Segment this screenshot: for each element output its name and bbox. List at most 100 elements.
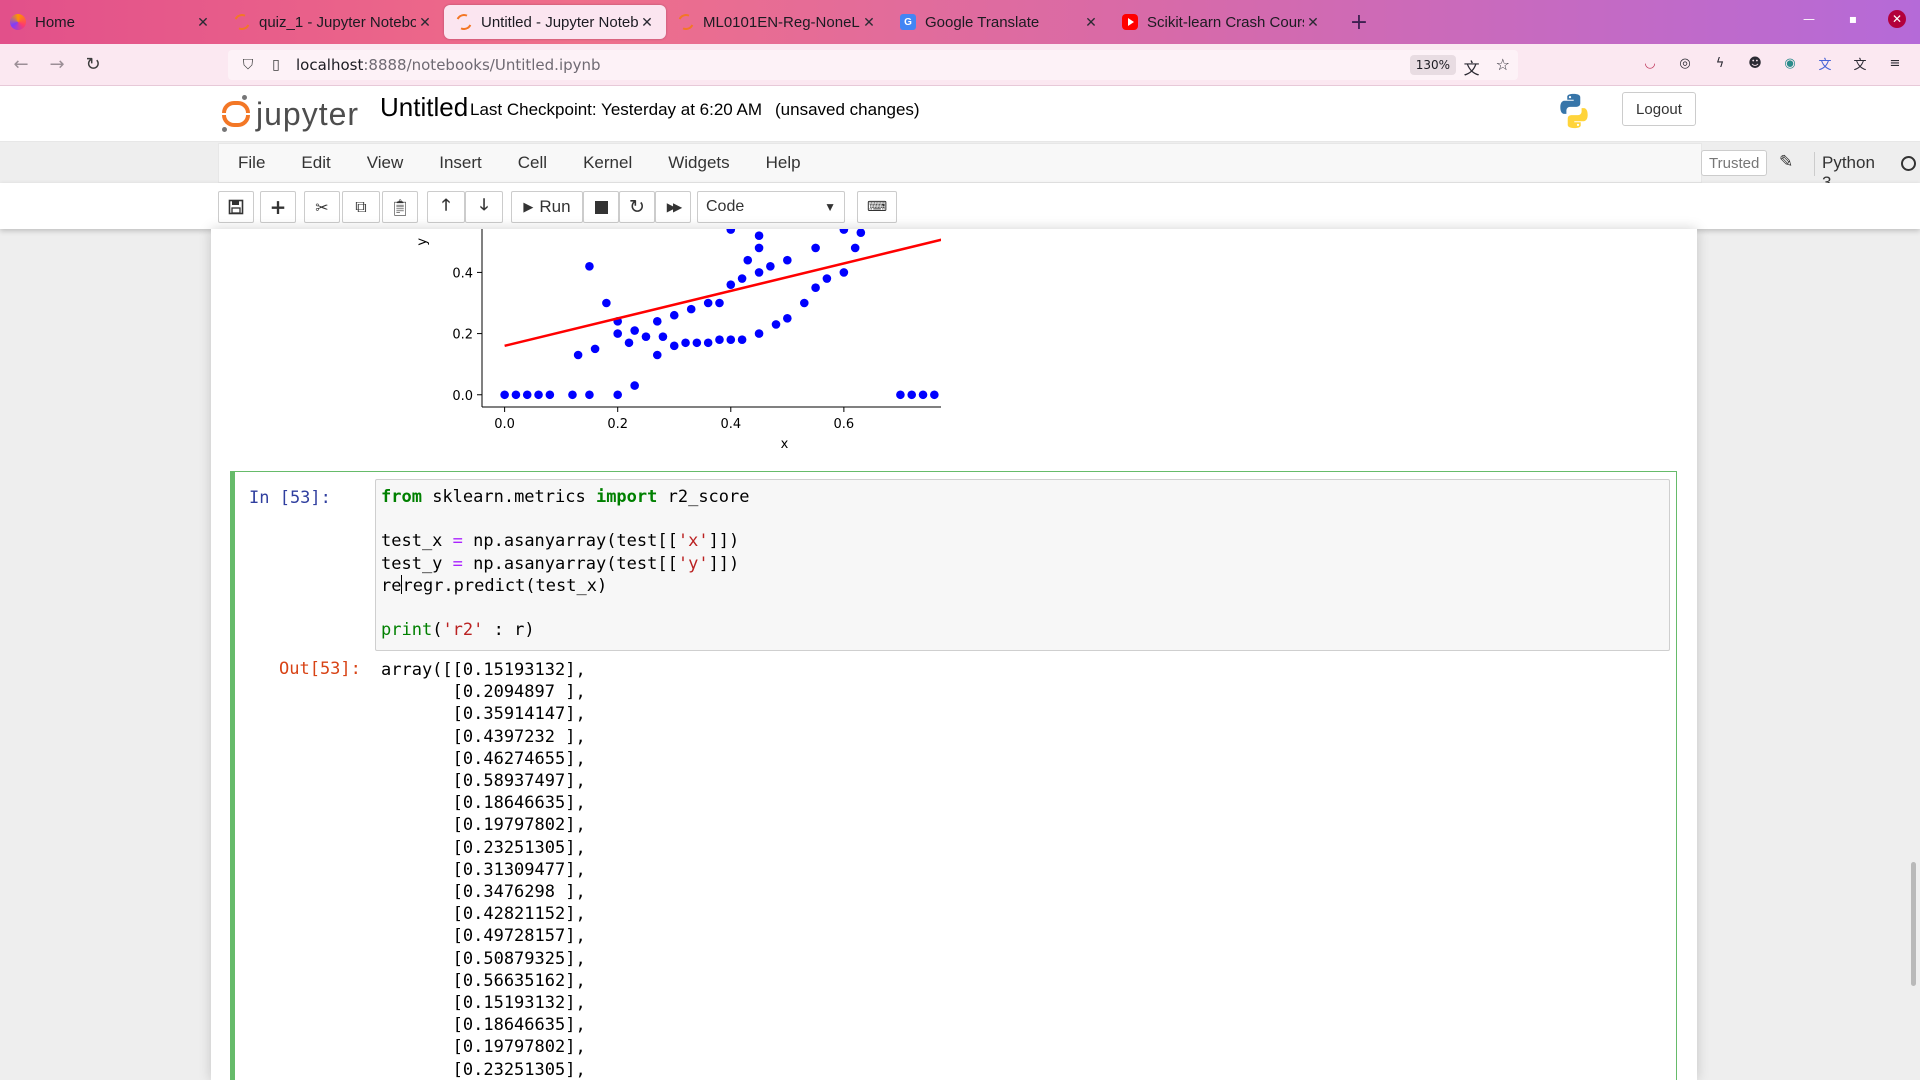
logout-button[interactable]: Logout — [1622, 92, 1696, 126]
x-tick-label: 0.0 — [494, 417, 515, 432]
code-editor[interactable]: from sklearn.metrics import r2_score tes… — [375, 479, 1670, 651]
new-tab-button[interactable]: + — [1344, 7, 1374, 37]
code-token: re — [381, 575, 402, 596]
menu-widgets[interactable]: Widgets — [650, 153, 747, 173]
data-point — [522, 390, 532, 400]
data-point — [511, 390, 521, 400]
extension-bolt-icon[interactable]: ϟ — [1711, 54, 1729, 72]
restart-icon: ↻ — [629, 196, 645, 218]
close-icon[interactable]: ✕ — [416, 13, 434, 31]
data-point — [896, 390, 905, 400]
youtube-icon — [1122, 14, 1138, 30]
data-point — [850, 243, 860, 253]
data-point — [839, 229, 849, 234]
data-point — [652, 317, 662, 326]
close-icon[interactable]: ✕ — [1082, 13, 1100, 31]
bookmark-star-icon[interactable]: ☆ — [1496, 55, 1510, 79]
tab-title: Home — [35, 13, 76, 31]
tab-scikit-learn[interactable]: Scikit-learn Crash Course ✕ — [1110, 5, 1332, 39]
restart-run-all-button[interactable]: ▶▶ — [655, 191, 691, 223]
copy-button[interactable]: ⧉ — [342, 191, 380, 223]
move-down-button[interactable]: 🡓 — [465, 191, 503, 223]
tab-title: ML0101EN-Reg-NoneLinearRegression — [703, 13, 860, 31]
tab-home[interactable]: Home ✕ — [0, 5, 222, 39]
url-bar[interactable]: ⛉ ▯ localhost:8888/notebooks/Untitled.ip… — [228, 50, 1518, 80]
page-scrollbar-thumb[interactable] — [1911, 862, 1916, 986]
reload-icon[interactable]: ↻ — [78, 50, 108, 80]
interrupt-button[interactable] — [583, 191, 619, 223]
data-point — [771, 320, 781, 329]
notebook-page: 0.00.20.40.60.81.00.00.20.40.6xy In [53]… — [211, 229, 1697, 1080]
extension-translate-icon[interactable]: 文 — [1816, 54, 1834, 73]
menu-hamburger-icon[interactable]: ≡ — [1886, 54, 1904, 72]
data-point — [585, 261, 594, 271]
shield-icon[interactable]: ⛉ — [240, 57, 256, 73]
menu-insert[interactable]: Insert — [421, 153, 500, 173]
minimize-icon[interactable]: — — [1800, 10, 1818, 28]
close-window-icon[interactable]: ✕ — [1888, 10, 1906, 28]
run-button[interactable]: ▶ Run — [511, 191, 583, 223]
jupyter-icon — [453, 11, 475, 33]
output-prompt: Out[53]: — [279, 659, 361, 679]
firefox-icon — [10, 14, 26, 30]
tab-ml0101[interactable]: ML0101EN-Reg-NoneLinearRegression ✕ — [666, 5, 888, 39]
maximize-icon[interactable]: ▪ — [1844, 10, 1862, 28]
menu-edit[interactable]: Edit — [283, 153, 348, 173]
output-line: [0.23251305], — [381, 1059, 586, 1080]
data-point — [568, 390, 577, 400]
tab-untitled[interactable]: Untitled - Jupyter Notebook ✕ — [444, 5, 666, 39]
cut-button[interactable]: ✂ — [304, 191, 340, 223]
x-tick-label: 0.4 — [720, 417, 741, 432]
back-arrow-icon[interactable]: ← — [6, 50, 36, 80]
output-line: [0.2094897 ], — [381, 682, 586, 703]
command-palette-button[interactable]: ⌨ — [857, 191, 897, 223]
tab-quiz[interactable]: quiz_1 - Jupyter Notebook ✕ — [222, 5, 444, 39]
arrow-up-icon: 🡑 — [441, 194, 451, 214]
forward-arrow-icon[interactable]: → — [42, 50, 72, 80]
menu-kernel[interactable]: Kernel — [565, 153, 650, 173]
close-icon[interactable]: ✕ — [194, 13, 212, 31]
data-point — [737, 274, 747, 283]
data-point — [811, 243, 820, 253]
menu-cell[interactable]: Cell — [500, 153, 565, 173]
play-icon: ▶ — [523, 199, 534, 215]
close-icon[interactable]: ✕ — [860, 13, 878, 31]
menu-help[interactable]: Help — [748, 153, 819, 173]
extension-translate-2-icon[interactable]: 文 — [1851, 54, 1869, 73]
data-point — [726, 229, 736, 234]
unsaved-status: (unsaved changes) — [775, 100, 920, 119]
jupyter-logo[interactable]: jupyter — [222, 94, 359, 134]
data-point — [703, 338, 713, 348]
pocket-icon[interactable]: ◡ — [1641, 54, 1659, 72]
pencil-icon[interactable]: ✎ — [1779, 152, 1793, 172]
zoom-level-badge[interactable]: 130% — [1409, 55, 1456, 75]
close-icon[interactable]: ✕ — [638, 13, 656, 31]
data-point — [783, 255, 792, 265]
move-up-button[interactable]: 🡑 — [427, 191, 465, 223]
translate-page-icon[interactable]: 文 — [1464, 55, 1480, 79]
output-line: [0.58937497], — [381, 771, 586, 792]
extension-circle-icon[interactable]: ◎ — [1676, 54, 1694, 72]
close-icon[interactable]: ✕ — [1304, 13, 1322, 31]
output-line: [0.56635162], — [381, 970, 586, 991]
cell-type-select[interactable]: Code ▼ — [697, 191, 845, 223]
notebook-title[interactable]: Untitled — [380, 92, 468, 123]
code-token: ]]) — [708, 553, 740, 574]
menu-file[interactable]: File — [219, 153, 283, 173]
restart-button[interactable]: ↻ — [619, 191, 655, 223]
data-point — [613, 390, 623, 400]
window-controls: — ▪ ✕ — [1800, 10, 1906, 28]
insert-cell-button[interactable]: + — [260, 191, 296, 223]
save-button[interactable] — [218, 191, 254, 223]
code-token: r2_score — [657, 487, 750, 507]
trusted-badge[interactable]: Trusted — [1701, 150, 1768, 176]
tab-google-translate[interactable]: G Google Translate ✕ — [888, 5, 1110, 39]
extension-face-icon[interactable]: ☻ — [1746, 54, 1764, 72]
menu-view[interactable]: View — [349, 153, 422, 173]
paste-button[interactable]: 📋︎ — [382, 191, 418, 223]
kernel-status-icon — [1901, 156, 1916, 171]
browser-nav-bar: ← → ↻ ⛉ ▯ localhost:8888/notebooks/Untit… — [0, 44, 1920, 86]
output-line: [0.18646635], — [381, 793, 586, 814]
copy-icon: ⧉ — [355, 197, 367, 216]
extension-dot-icon[interactable]: ◉ — [1781, 54, 1799, 72]
